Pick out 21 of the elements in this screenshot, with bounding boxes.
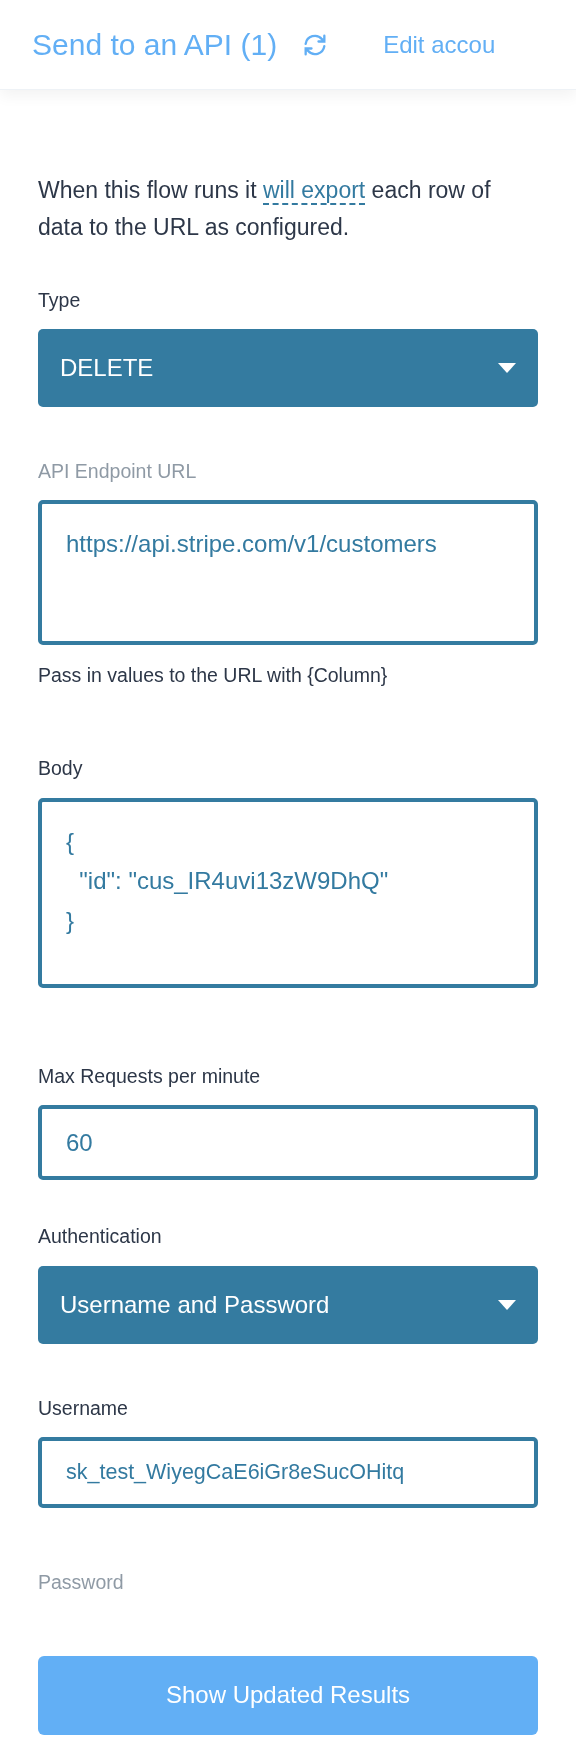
dropdown-value: DELETE — [60, 352, 154, 383]
field-label: Authentication — [38, 1224, 163, 1250]
field-label: Max Requests per minute — [38, 1063, 262, 1089]
intro-text: When this flow runs it will export each row of data to the URL as configured. — [38, 176, 492, 242]
field-label: Username — [38, 1395, 129, 1421]
help-text: Pass in values to the URL with {Column} — [38, 663, 389, 689]
export-link[interactable]: will export — [262, 177, 366, 205]
field-label: Type — [38, 287, 82, 313]
page-title: Send to an API (1) — [32, 27, 278, 63]
dropdown-value: Username and Password — [60, 1289, 330, 1320]
url-field[interactable]: https://api.stripe.com/v1/customers — [38, 500, 538, 646]
input-field[interactable]: 60 — [38, 1104, 538, 1181]
input-field[interactable]: sk_test_WiyegCaE6iGr8eSucOHitq — [38, 1436, 538, 1509]
caret-icon — [498, 1299, 516, 1310]
dropdown[interactable]: DELETE — [38, 328, 538, 407]
field-label: Password — [38, 1570, 125, 1596]
caret-icon — [498, 362, 516, 373]
dropdown[interactable]: Username and Password — [38, 1265, 538, 1344]
field-label: API Endpoint URL — [38, 458, 198, 484]
body-field[interactable]: { "id": "cus_IR4uvi13zW9DhQ" } — [38, 797, 538, 988]
field-label: Body — [38, 756, 84, 782]
